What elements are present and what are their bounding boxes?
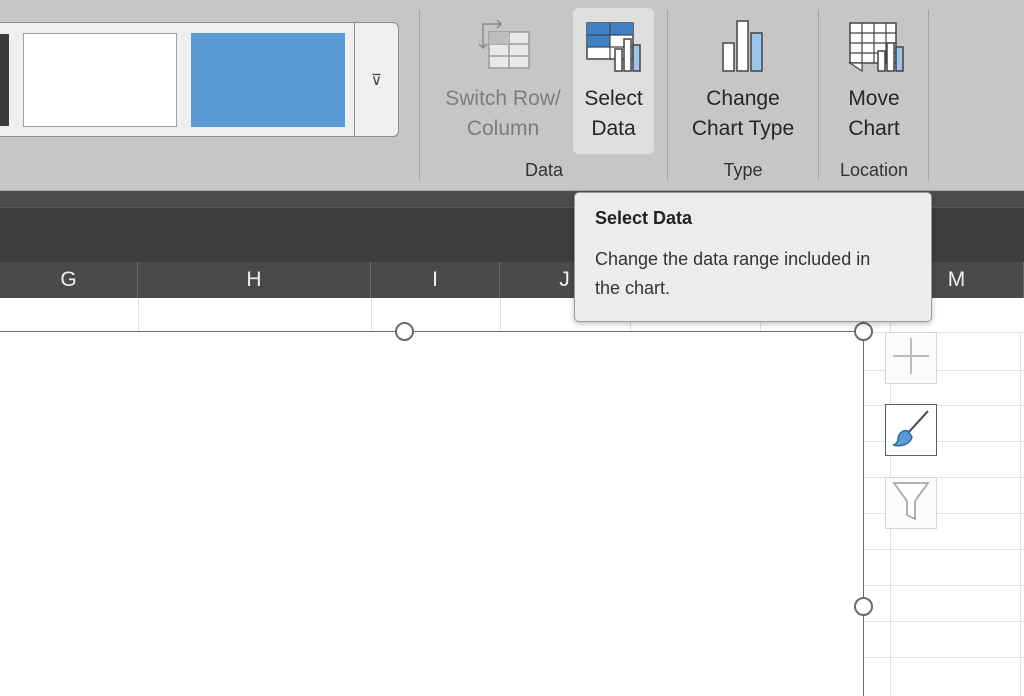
- group-separator: [667, 10, 668, 180]
- group-label-data: Data: [524, 160, 564, 180]
- select-data-label: Select Data: [584, 87, 643, 140]
- column-header-g[interactable]: G: [0, 262, 138, 298]
- chart-filters-funnel-icon: [891, 479, 931, 528]
- gallery-more-button[interactable]: ⊽: [354, 22, 399, 137]
- chart-style-swatch-blue[interactable]: [191, 33, 345, 127]
- column-header-h[interactable]: H: [138, 262, 371, 298]
- group-label-type: Type: [723, 160, 763, 180]
- move-chart-label: Move Chart: [848, 87, 900, 140]
- select-data-icon: [584, 14, 644, 78]
- move-chart-icon: [844, 14, 904, 78]
- switch-row-column-icon: [473, 14, 533, 78]
- chart-area[interactable]: [0, 331, 864, 696]
- add-chart-element-icon: [891, 336, 931, 381]
- group-label-location: Location: [839, 160, 909, 180]
- chart-filters-button[interactable]: [885, 477, 937, 529]
- change-chart-type-button[interactable]: Change Chart Type: [678, 8, 808, 154]
- chart-resize-handle-top[interactable]: [395, 322, 414, 341]
- switch-row-column-label: Switch Row/ Column: [445, 87, 561, 140]
- chart-elements-button[interactable]: [885, 332, 937, 384]
- switch-row-column-button[interactable]: Switch Row/ Column: [434, 8, 572, 154]
- gallery-more-icon: ⊽: [371, 71, 382, 89]
- move-chart-button[interactable]: Move Chart: [832, 8, 916, 154]
- tooltip-body: Change the data range included in the ch…: [595, 249, 871, 298]
- group-separator: [928, 10, 929, 180]
- column-header-i[interactable]: I: [371, 262, 500, 298]
- select-data-button[interactable]: Select Data: [573, 8, 654, 154]
- select-data-tooltip: Select Data Change the data range includ…: [574, 192, 932, 322]
- chart-styles-button[interactable]: [885, 404, 937, 456]
- group-separator: [818, 10, 819, 180]
- ribbon: ⊽ Switch Row/ Column Select Data Change …: [0, 0, 1024, 191]
- chart-resize-handle-right[interactable]: [854, 597, 873, 616]
- group-separator: [419, 10, 420, 180]
- change-chart-type-label: Change Chart Type: [691, 87, 795, 140]
- change-chart-type-icon: [713, 14, 773, 78]
- tooltip-title: Select Data: [595, 208, 693, 228]
- chart-styles-brush-icon: [890, 407, 932, 454]
- chart-style-swatch-white[interactable]: [23, 33, 177, 127]
- chart-resize-handle-top-right[interactable]: [854, 322, 873, 341]
- chart-style-swatch-dark[interactable]: [0, 34, 9, 126]
